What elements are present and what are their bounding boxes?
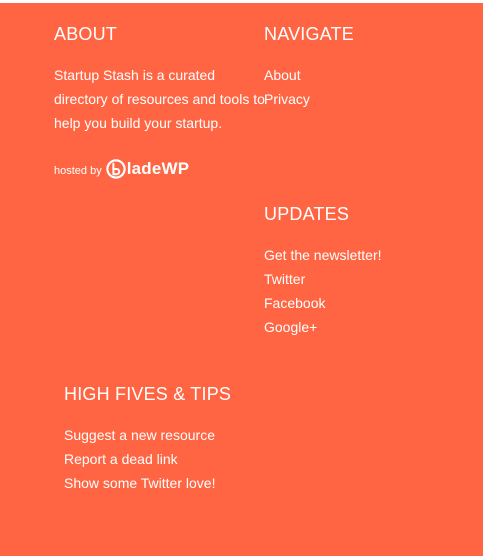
- about-heading: ABOUT: [54, 24, 118, 44]
- list-item: Twitter: [264, 267, 382, 291]
- list-item: Google+: [264, 315, 382, 339]
- list-item: Show some Twitter love!: [64, 471, 231, 495]
- nav-link-about[interactable]: About: [264, 67, 301, 83]
- nav-link-privacy[interactable]: Privacy: [264, 91, 310, 107]
- navigate-links: About Privacy: [264, 63, 354, 111]
- about-description: Startup Stash is a curated directory of …: [54, 67, 265, 131]
- tips-heading: HIGH FIVES & TIPS: [64, 384, 232, 404]
- tips-section: HIGH FIVES & TIPS Suggest a new resource…: [64, 383, 231, 495]
- updates-links: Get the newsletter! Twitter Facebook Goo…: [264, 243, 382, 339]
- newsletter-link[interactable]: Get the newsletter!: [264, 247, 382, 263]
- about-section: ABOUT Startup Stash is a curated directo…: [54, 23, 269, 135]
- tips-links: Suggest a new resource Report a dead lin…: [64, 423, 231, 495]
- list-item: Suggest a new resource: [64, 423, 231, 447]
- bladewp-logo-link[interactable]: ladeWP: [106, 159, 190, 179]
- navigate-heading: NAVIGATE: [264, 24, 354, 44]
- facebook-link[interactable]: Facebook: [264, 295, 325, 311]
- hosted-by-label: hosted by: [54, 165, 102, 177]
- twitter-love-link[interactable]: Show some Twitter love!: [64, 475, 215, 491]
- twitter-link[interactable]: Twitter: [264, 271, 305, 287]
- suggest-resource-link[interactable]: Suggest a new resource: [64, 427, 215, 443]
- navigate-section: NAVIGATE About Privacy: [264, 23, 354, 111]
- updates-section: UPDATES Get the newsletter! Twitter Face…: [264, 203, 382, 339]
- list-item: Report a dead link: [64, 447, 231, 471]
- list-item: Get the newsletter!: [264, 243, 382, 267]
- list-item: About: [264, 63, 354, 87]
- google-plus-link[interactable]: Google+: [264, 319, 317, 335]
- list-item: Privacy: [264, 87, 354, 111]
- bladewp-b-icon: [106, 159, 126, 179]
- report-dead-link[interactable]: Report a dead link: [64, 451, 178, 467]
- site-footer: ABOUT Startup Stash is a curated directo…: [0, 3, 483, 556]
- list-item: Facebook: [264, 291, 382, 315]
- updates-heading: UPDATES: [264, 204, 350, 224]
- bladewp-wordmark: ladeWP: [126, 159, 190, 178]
- hosted-by: hosted by ladeWP: [54, 157, 189, 181]
